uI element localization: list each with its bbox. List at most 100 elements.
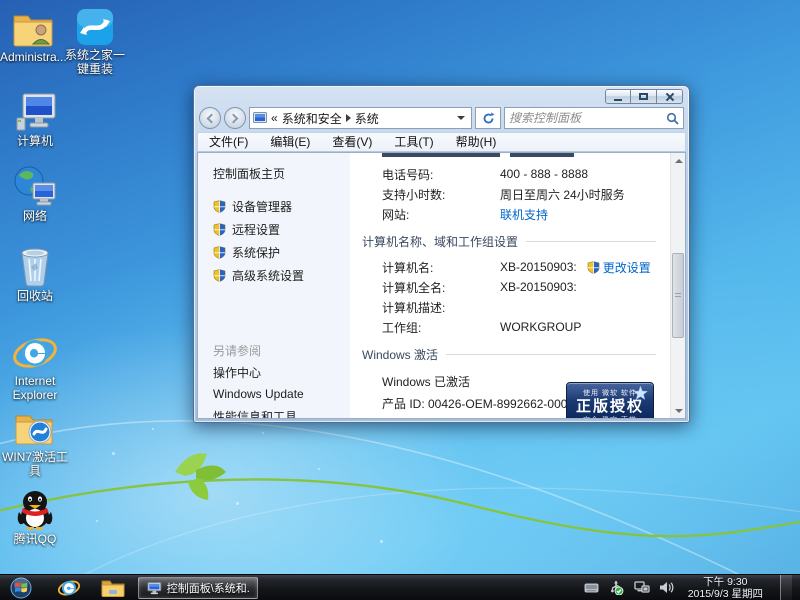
- maximize-icon: [639, 93, 648, 100]
- menu-help[interactable]: 帮助(H): [445, 133, 508, 151]
- control-panel-window-icon: [147, 581, 162, 595]
- desktop: Administra... 系统之家一键重装 计算机: [0, 0, 800, 600]
- breadcrumb-item-security[interactable]: 系统和安全: [282, 110, 342, 127]
- desktop-icon-network[interactable]: 网络: [2, 165, 68, 223]
- taskbar-window-button-label: 控制面板\系统和...: [167, 580, 249, 596]
- user-folder-icon: [12, 8, 54, 48]
- uac-shield-icon: [213, 246, 226, 259]
- menu-edit[interactable]: 编辑(E): [259, 133, 321, 151]
- explorer-window: « 系统和安全 系统 文件(F) 编辑: [193, 85, 690, 423]
- field-label: 电话号码:: [382, 166, 500, 183]
- uac-shield-icon: [587, 261, 600, 274]
- support-row-hours: 支持小时数: 周日至周六 24小时服务: [382, 184, 670, 204]
- tray-usb-safely-remove-icon[interactable]: [609, 580, 625, 596]
- menu-tools[interactable]: 工具(T): [383, 133, 444, 151]
- sidebar-item-windows-update[interactable]: Windows Update: [198, 383, 350, 405]
- online-support-link[interactable]: 联机支持: [500, 206, 548, 223]
- show-desktop-button[interactable]: [780, 575, 792, 600]
- taskbar-clock[interactable]: 下午 9:30 2015/9/3 星期四: [684, 576, 771, 600]
- scroll-down-icon: [675, 409, 683, 413]
- menu-view[interactable]: 查看(V): [321, 133, 383, 151]
- sidebar-item-advanced-system-settings[interactable]: 高级系统设置: [198, 264, 350, 287]
- tray-volume-icon[interactable]: [659, 580, 675, 596]
- scroll-up-button[interactable]: [671, 153, 686, 168]
- qq-penguin-icon: [15, 488, 55, 530]
- network-icon: [13, 165, 57, 207]
- sidebar-item-remote-settings[interactable]: 远程设置: [198, 218, 350, 241]
- desktop-icon-label: 腾讯QQ: [2, 532, 68, 546]
- field-label: 计算机全名:: [382, 279, 500, 296]
- support-row-website: 网站: 联机支持: [382, 204, 670, 224]
- desktop-icon-label: 计算机: [2, 134, 68, 148]
- taskbar-internet-explorer[interactable]: [52, 576, 86, 600]
- breadcrumb[interactable]: « 系统和安全 系统: [249, 107, 472, 129]
- support-row-phone: 电话号码: 400 - 888 - 8888: [382, 164, 670, 184]
- close-button[interactable]: [657, 89, 683, 104]
- section-computer-name: 计算机名称、域和工作组设置: [362, 233, 656, 250]
- tray-network-icon[interactable]: [634, 580, 650, 596]
- field-value: WORKGROUP: [500, 320, 581, 334]
- vertical-scrollbar[interactable]: [670, 153, 685, 418]
- location-icon: [253, 112, 267, 124]
- start-button[interactable]: [4, 576, 38, 600]
- back-button[interactable]: [199, 107, 221, 129]
- scrollbar-thumb[interactable]: [672, 253, 684, 338]
- scroll-down-button[interactable]: [671, 403, 686, 418]
- sidebar-item-performance-tools[interactable]: 性能信息和工具: [198, 405, 350, 419]
- desktop-icon-win7-activator[interactable]: WIN7激活工具: [2, 410, 68, 478]
- change-settings[interactable]: 更改设置: [587, 259, 651, 276]
- refresh-icon: [482, 112, 495, 125]
- breadcrumb-chevron[interactable]: «: [271, 111, 278, 125]
- field-label: 计算机名:: [382, 259, 500, 276]
- internet-explorer-icon: [13, 334, 57, 372]
- field-value: 400 - 888 - 8888: [500, 167, 588, 181]
- desktop-icon-label: Administra...: [0, 50, 66, 64]
- sidebar: 控制面板主页 设备管理器 远程设置 系统保护 高级系统设置 另请参阅: [198, 153, 350, 418]
- computer-row-name: 计算机名: XB-20150903: 更改设置: [382, 257, 670, 277]
- desktop-icon-recycle-bin[interactable]: 回收站: [2, 245, 68, 303]
- taskbar-explorer[interactable]: [96, 576, 130, 600]
- refresh-button[interactable]: [475, 107, 501, 129]
- scroll-up-icon: [675, 159, 683, 163]
- window-titlebar[interactable]: [194, 86, 689, 104]
- search-box: [504, 107, 684, 129]
- clock-date: 2015/9/3 星期四: [688, 588, 763, 600]
- desktop-icon-internet-explorer[interactable]: Internet Explorer: [2, 334, 68, 402]
- change-settings-link[interactable]: 更改设置: [603, 259, 651, 276]
- breadcrumb-dropdown-icon[interactable]: [457, 116, 465, 120]
- breadcrumb-item-system[interactable]: 系统: [355, 110, 379, 127]
- badge-top-text: 使用 微软 软件: [567, 388, 653, 398]
- close-icon: [665, 92, 675, 102]
- forward-button[interactable]: [224, 107, 246, 129]
- uac-shield-icon: [213, 269, 226, 282]
- sidebar-item-device-manager[interactable]: 设备管理器: [198, 195, 350, 218]
- desktop-icon-administrator[interactable]: Administra...: [0, 8, 66, 64]
- sidebar-item-label: 系统保护: [232, 244, 280, 261]
- sidebar-item-label: 高级系统设置: [232, 267, 304, 284]
- desktop-icon-qq[interactable]: 腾讯QQ: [2, 488, 68, 546]
- sidebar-item-action-center[interactable]: 操作中心: [198, 361, 350, 383]
- folder-icon: [101, 578, 125, 597]
- sidebar-item-label: 设备管理器: [232, 198, 292, 215]
- desktop-icon-xitongzhijia[interactable]: 系统之家一键重装: [62, 8, 128, 76]
- navigation-bar: « 系统和安全 系统: [194, 104, 689, 132]
- tray-keyboard-icon[interactable]: [584, 580, 600, 596]
- sidebar-item-control-panel-home[interactable]: 控制面板主页: [198, 163, 350, 184]
- clipped-text-remnant: [382, 153, 656, 158]
- desktop-icon-label: 系统之家一键重装: [62, 48, 128, 76]
- breadcrumb-separator-icon: [346, 114, 351, 122]
- search-icon[interactable]: [666, 112, 679, 125]
- genuine-microsoft-badge: 使用 微软 软件 正版授权 安全 稳定 声誉: [566, 382, 654, 418]
- computer-row-fullname: 计算机全名: XB-20150903:: [382, 277, 670, 297]
- desktop-icon-label: Internet Explorer: [2, 374, 68, 402]
- minimize-icon: [614, 99, 622, 101]
- maximize-button[interactable]: [631, 89, 657, 104]
- sidebar-item-system-protection[interactable]: 系统保护: [198, 241, 350, 264]
- desktop-icon-computer[interactable]: 计算机: [2, 92, 68, 148]
- menu-file[interactable]: 文件(F): [198, 133, 259, 151]
- search-input[interactable]: [509, 111, 666, 125]
- taskbar-window-button[interactable]: 控制面板\系统和...: [138, 577, 258, 599]
- activator-folder-icon: [14, 410, 56, 448]
- minimize-button[interactable]: [605, 89, 631, 104]
- desktop-icon-label: 回收站: [2, 289, 68, 303]
